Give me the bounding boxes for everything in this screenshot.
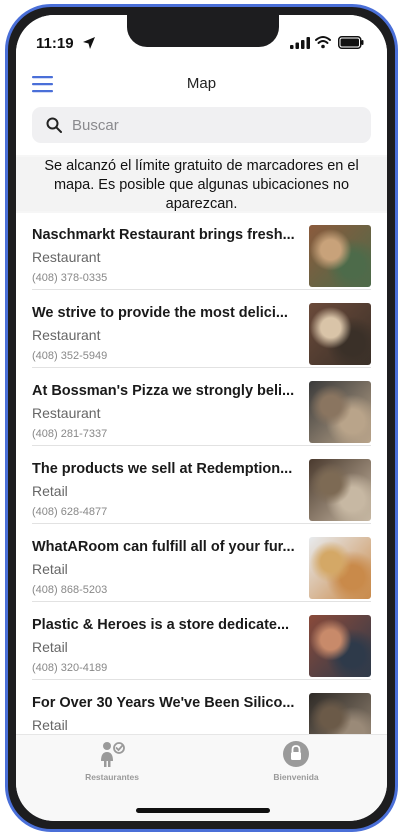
search-icon [46,117,62,133]
location-arrow-icon [83,37,95,49]
listing-title: WhatARoom can fulfill all of your fur... [32,539,295,555]
listing-thumbnail[interactable] [309,225,371,287]
listing-phone[interactable]: (408) 320-4189 [32,662,107,674]
listings-list[interactable]: Naschmarkt Restaurant brings fresh... Res… [16,213,387,735]
listing-title: The products we sell at Redemption... [32,461,293,477]
list-item[interactable]: At Bossman's Pizza we strongly beli... Re… [32,369,371,446]
listing-category: Retail [32,561,68,577]
tab-label: Restaurantes [85,772,139,782]
lock-icon [283,741,309,767]
tab-label: Bienvenida [273,772,319,782]
tab-bienvenida[interactable]: Bienvenida [236,739,356,782]
list-item[interactable]: WhatARoom can fulfill all of your fur...… [32,525,371,602]
listing-phone[interactable]: (408) 868-5203 [32,584,107,596]
search-input[interactable] [72,107,361,143]
restaurant-person-icon [101,742,125,767]
listing-thumbnail[interactable] [309,381,371,443]
search-box[interactable] [32,107,371,143]
listing-title: Plastic & Heroes is a store dedicate... [32,617,290,633]
navigation-bar: Map [16,67,387,103]
listing-phone[interactable]: (408) 378-0335 [32,272,107,284]
listing-title: We strive to provide the most delici... [32,305,288,321]
listing-phone[interactable]: (408) 628-4877 [32,506,107,518]
marker-limit-notice: Se alcanzó el límite gratuito de marcado… [16,157,387,212]
listing-title: For Over 30 Years We've Been Silico... [32,695,295,711]
app-screen: 11:19 Map Buscar Se alcanzó el límite gr… [16,15,387,821]
listing-title: Naschmarkt Restaurant brings fresh... [32,227,295,243]
listing-title: At Bossman's Pizza we strongly beli... [32,383,295,399]
listing-thumbnail[interactable] [309,537,371,599]
listing-category: Retail [32,639,68,655]
page-title: Map [186,75,217,92]
listing-thumbnail[interactable] [309,303,371,365]
battery-icon [338,36,364,49]
tab-bar: Restaurantes Bienvenida [16,734,387,821]
listing-category: Restaurant [32,249,101,265]
status-time: 11:19 [36,35,74,52]
wifi-icon [315,36,331,49]
list-item[interactable]: Naschmarkt Restaurant brings fresh... Res… [32,213,371,290]
listing-phone[interactable]: (408) 352-5949 [32,350,107,362]
listing-category: Restaurant [32,327,101,343]
list-item[interactable]: The products we sell at Redemption... Ret… [32,447,371,524]
listing-phone[interactable]: (408) 281-7337 [32,428,107,440]
list-item[interactable]: For Over 30 Years We've Been Silico... Re… [32,681,371,735]
list-item[interactable]: We strive to provide the most delici... R… [32,291,371,368]
list-item[interactable]: Plastic & Heroes is a store dedicate... R… [32,603,371,680]
listing-thumbnail[interactable] [309,459,371,521]
cellular-signal-icon [290,37,310,49]
phone-frame: 11:19 Map Buscar Se alcanzó el límite gr… [5,4,398,832]
listing-category: Retail [32,483,68,499]
device-notch [127,15,279,47]
listing-category: Restaurant [32,405,101,421]
tab-restaurantes[interactable]: Restaurantes [52,739,172,782]
home-indicator [136,808,270,813]
listing-thumbnail[interactable] [309,615,371,677]
search-bar [16,103,387,155]
status-bar: 11:19 [16,15,387,67]
listing-category: Retail [32,717,68,733]
listing-thumbnail[interactable] [309,693,371,735]
